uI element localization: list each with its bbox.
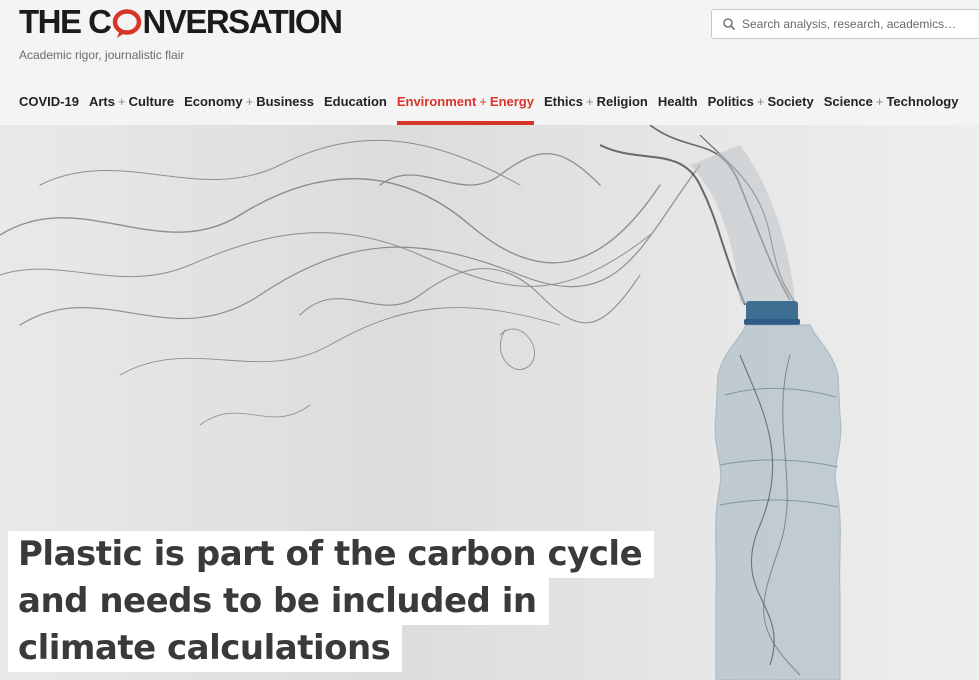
site-header: THE C NVERSATION Academic rigor, journal… [0, 0, 979, 125]
headline-line: Plastic is part of the carbon cycle [8, 531, 655, 578]
nav-item-arts-culture[interactable]: Arts + Culture [89, 94, 174, 125]
logo-text-start: THE C [19, 3, 112, 40]
speech-bubble-icon [112, 7, 142, 38]
nav-item-covid-19[interactable]: COVID-19 [19, 94, 79, 125]
nav-item-education[interactable]: Education [324, 94, 387, 125]
headline-line: climate calculations [8, 625, 403, 672]
nav-item-health[interactable]: Health [658, 94, 698, 125]
nav-item-economy-business[interactable]: Economy + Business [184, 94, 314, 125]
main-nav: COVID-19 Arts + Culture Economy + Business E… [19, 94, 968, 125]
nav-item-science-technology[interactable]: Science + Technology [824, 94, 959, 125]
logo-text-end: NVERSATION [142, 3, 343, 40]
search-icon [723, 18, 736, 31]
tagline: Academic rigor, journalistic flair [19, 48, 185, 62]
headline-line: and needs to be included in [8, 578, 549, 625]
nav-item-politics-society[interactable]: Politics + Society [708, 94, 814, 125]
article-headline[interactable]: Plastic is part of the carbon cycle and … [8, 531, 698, 672]
search-input[interactable] [742, 17, 979, 31]
search-box[interactable] [711, 9, 979, 39]
site-logo[interactable]: THE C NVERSATION [19, 3, 343, 40]
nav-item-ethics-religion[interactable]: Ethics + Religion [544, 94, 648, 125]
nav-item-environment-energy[interactable]: Environment + Energy [396, 94, 535, 125]
